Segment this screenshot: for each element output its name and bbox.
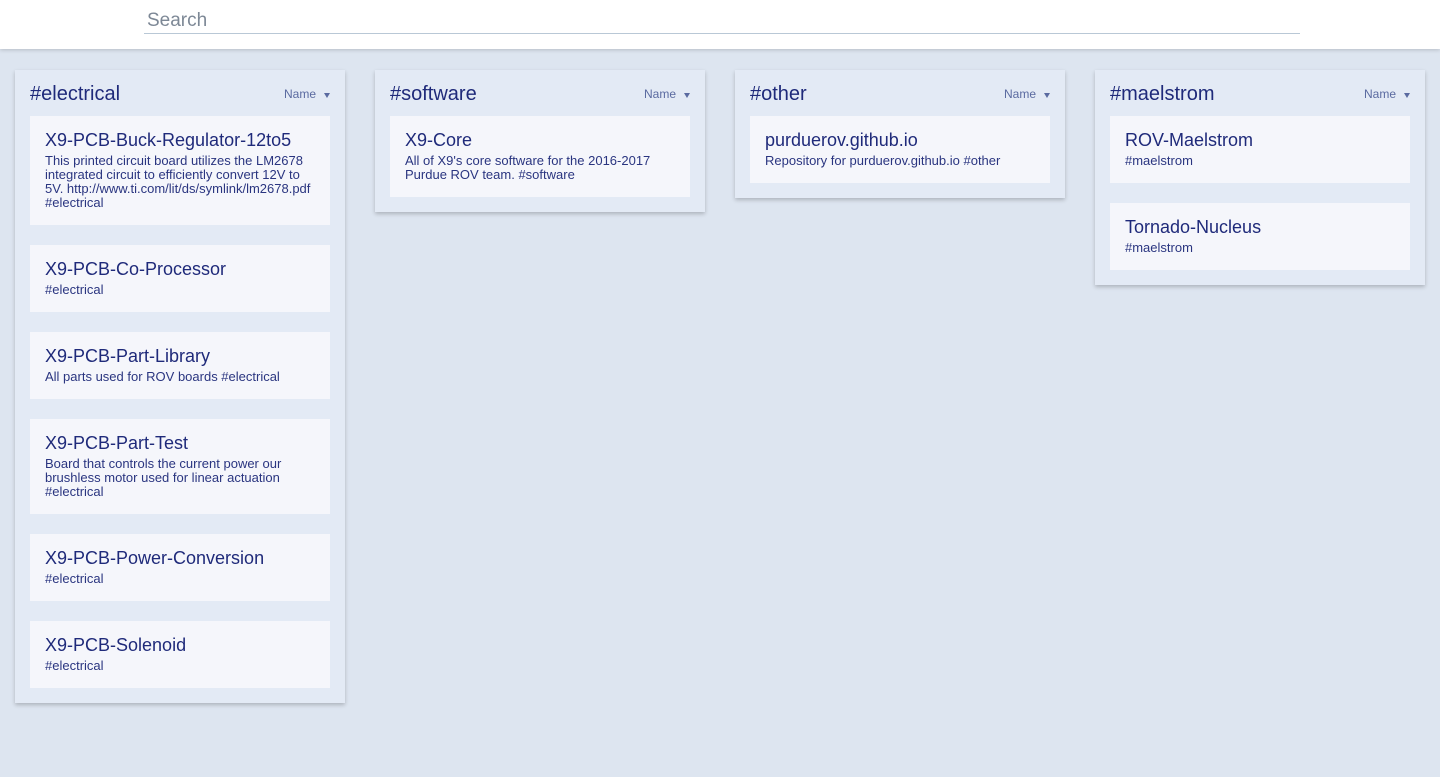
card-description: All parts used for ROV boards #electrica… xyxy=(45,369,280,384)
repo-card[interactable]: X9-PCB-Part-Library All parts used for R… xyxy=(30,332,330,399)
top-bar xyxy=(0,0,1440,49)
card-description: All of X9's core software for the 2016-2… xyxy=(405,153,651,182)
card-title: X9-PCB-Co-Processor xyxy=(45,259,227,279)
caret-down-icon xyxy=(324,93,330,98)
column-header: #other Name xyxy=(750,70,1050,116)
card-description: Repository for purduerov.github.io #othe… xyxy=(765,153,1001,168)
card-description: This printed circuit board utilizes the … xyxy=(45,153,311,210)
column-electrical: #electrical Name X9-PCB-Buck-Regulator-1… xyxy=(15,70,345,703)
column-title: #electrical xyxy=(30,82,121,105)
sort-dropdown[interactable]: Name xyxy=(1364,87,1410,101)
card-title: ROV-Maelstrom xyxy=(1125,130,1254,150)
column-header: #electrical Name xyxy=(30,70,330,116)
repo-card[interactable]: Tornado-Nucleus #maelstrom xyxy=(1110,203,1410,270)
card-title: X9-PCB-Part-Test xyxy=(45,433,189,453)
column-title: #maelstrom xyxy=(1110,82,1215,105)
column-software: #software Name X9-Core All of X9's core … xyxy=(375,70,705,212)
repo-card[interactable]: ROV-Maelstrom #maelstrom xyxy=(1110,116,1410,183)
caret-down-icon xyxy=(1044,93,1050,98)
sort-dropdown[interactable]: Name xyxy=(644,87,690,101)
card-description: #electrical xyxy=(45,282,104,297)
card-description: Board that controls the current power ou… xyxy=(45,456,282,499)
column-title: #other xyxy=(750,82,807,105)
sort-label: Name xyxy=(1003,87,1036,101)
sort-label: Name xyxy=(283,87,316,101)
card-description: #maelstrom xyxy=(1125,240,1193,255)
column-header: #maelstrom Name xyxy=(1110,70,1410,116)
repo-card[interactable]: purduerov.github.io Repository for purdu… xyxy=(750,116,1050,183)
column-title: #software xyxy=(390,82,477,105)
card-title: X9-Core xyxy=(405,130,473,150)
repo-card[interactable]: X9-PCB-Part-Test Board that controls the… xyxy=(30,419,330,514)
card-description: #electrical xyxy=(45,658,104,673)
board: #electrical Name X9-PCB-Buck-Regulator-1… xyxy=(15,70,1425,703)
repo-card[interactable]: X9-Core All of X9's core software for th… xyxy=(390,116,690,197)
column-other: #other Name purduerov.github.io Reposito… xyxy=(735,70,1065,198)
card-title: Tornado-Nucleus xyxy=(1125,217,1262,237)
column-maelstrom: #maelstrom Name ROV-Maelstrom #maelstrom… xyxy=(1095,70,1425,285)
caret-down-icon xyxy=(1404,93,1410,98)
sort-label: Name xyxy=(643,87,676,101)
repo-card[interactable]: X9-PCB-Buck-Regulator-12to5 This printed… xyxy=(30,116,330,225)
sort-dropdown[interactable]: Name xyxy=(284,87,330,101)
caret-down-icon xyxy=(684,93,690,98)
sort-dropdown[interactable]: Name xyxy=(1004,87,1050,101)
card-title: X9-PCB-Part-Library xyxy=(45,346,211,366)
repo-card[interactable]: X9-PCB-Co-Processor #electrical xyxy=(30,245,330,312)
search-input[interactable] xyxy=(144,8,1300,34)
sort-label: Name xyxy=(1363,87,1396,101)
card-description: #electrical xyxy=(45,571,104,586)
card-title: purduerov.github.io xyxy=(765,130,918,150)
repo-card[interactable]: X9-PCB-Solenoid #electrical xyxy=(30,621,330,688)
card-title: X9-PCB-Buck-Regulator-12to5 xyxy=(45,130,292,150)
repo-card[interactable]: X9-PCB-Power-Conversion #electrical xyxy=(30,534,330,601)
card-title: X9-PCB-Power-Conversion xyxy=(45,548,265,568)
card-description: #maelstrom xyxy=(1125,153,1193,168)
card-title: X9-PCB-Solenoid xyxy=(45,635,187,655)
column-header: #software Name xyxy=(390,70,690,116)
